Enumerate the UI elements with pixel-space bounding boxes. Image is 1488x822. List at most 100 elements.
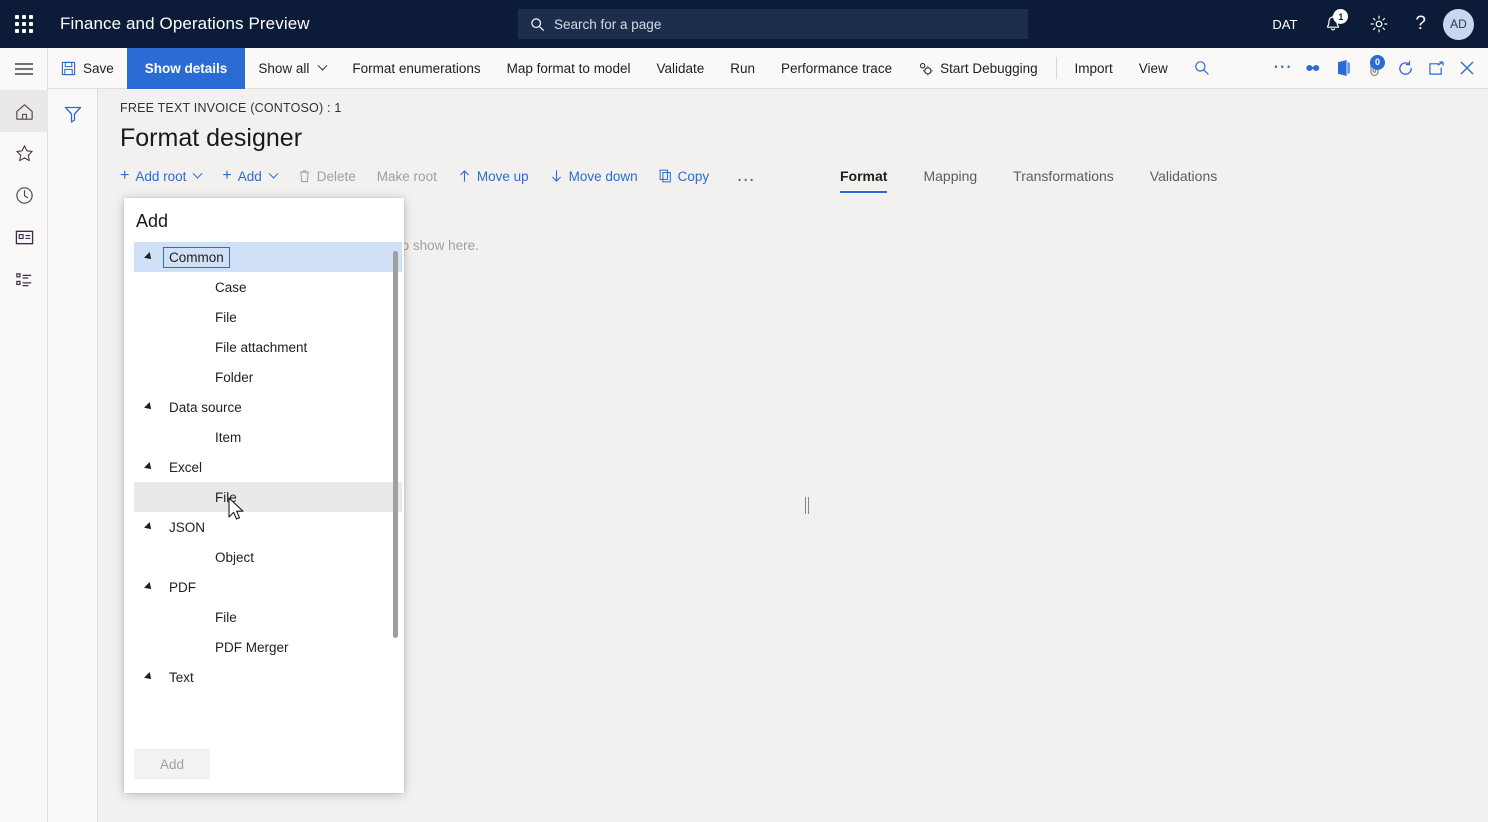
map-format-to-model-button[interactable]: Map format to model bbox=[494, 48, 644, 89]
help-button[interactable]: ? bbox=[1402, 0, 1439, 48]
expand-collapse-triangle-icon[interactable] bbox=[134, 673, 164, 681]
home-icon bbox=[14, 101, 35, 122]
close-button[interactable] bbox=[1451, 48, 1482, 89]
action-pane: + Add root + Add Delete Make root Move u… bbox=[120, 168, 761, 184]
attachments-button[interactable]: 0 bbox=[1359, 48, 1390, 89]
search-icon bbox=[1194, 60, 1210, 76]
sidebar-item-home[interactable] bbox=[0, 90, 48, 132]
office-app-button[interactable] bbox=[1329, 48, 1360, 89]
expand-collapse-triangle-icon[interactable] bbox=[134, 523, 164, 531]
show-all-button[interactable]: Show all bbox=[245, 48, 339, 89]
pane-splitter-handle[interactable] bbox=[805, 497, 810, 514]
tree-item[interactable]: File bbox=[134, 482, 402, 512]
format-enumerations-button[interactable]: Format enumerations bbox=[339, 48, 493, 89]
page-title: Format designer bbox=[120, 124, 302, 153]
show-details-button[interactable]: Show details bbox=[127, 48, 246, 89]
tree-item[interactable]: PDF bbox=[134, 572, 402, 602]
expand-collapse-triangle-icon[interactable] bbox=[134, 403, 164, 411]
tree-item[interactable]: File attachment bbox=[134, 332, 402, 362]
add-flyout-title: Add bbox=[124, 198, 404, 242]
tree-item[interactable]: Data source bbox=[134, 392, 402, 422]
save-button[interactable]: Save bbox=[48, 48, 127, 89]
tree-item[interactable]: JSON bbox=[134, 512, 402, 542]
company-indicator[interactable]: DAT bbox=[1259, 0, 1310, 48]
tree-item-label: File bbox=[210, 608, 242, 627]
open-in-new-window-button[interactable] bbox=[1421, 48, 1452, 89]
tree-item-label: PDF Merger bbox=[210, 638, 294, 657]
add-root-label: Add root bbox=[135, 169, 186, 184]
action-pane-overflow-icon[interactable]: … bbox=[730, 172, 761, 180]
hamburger-menu-button[interactable] bbox=[0, 48, 48, 90]
performance-trace-button[interactable]: Performance trace bbox=[768, 48, 905, 89]
tree-item[interactable]: File bbox=[134, 602, 402, 632]
tree-item[interactable]: Folder bbox=[134, 362, 402, 392]
arrow-up-icon bbox=[458, 169, 471, 183]
start-debugging-label: Start Debugging bbox=[940, 61, 1038, 76]
overflow-menu-button[interactable]: ⋯ bbox=[1267, 48, 1298, 89]
refresh-icon bbox=[1397, 60, 1414, 77]
tree-item-label: Object bbox=[210, 548, 259, 567]
flyout-add-button[interactable]: Add bbox=[134, 749, 210, 779]
triangle-icon bbox=[144, 402, 154, 412]
refresh-button[interactable] bbox=[1390, 48, 1421, 89]
view-button[interactable]: View bbox=[1126, 48, 1181, 89]
validate-button[interactable]: Validate bbox=[643, 48, 717, 89]
command-search-button[interactable] bbox=[1187, 48, 1218, 89]
tree-item-label: PDF bbox=[164, 578, 201, 597]
tree-item[interactable]: Item bbox=[134, 422, 402, 452]
avatar[interactable]: AD bbox=[1443, 9, 1474, 40]
tree-item[interactable]: Text bbox=[134, 662, 402, 692]
arrow-down-icon bbox=[550, 169, 563, 183]
tree-item[interactable]: DateTime bbox=[134, 692, 402, 702]
tab-format[interactable]: Format bbox=[822, 168, 905, 193]
global-search-input[interactable]: Search for a page bbox=[518, 9, 1028, 39]
workspace-icon bbox=[14, 228, 35, 247]
triangle-icon bbox=[144, 522, 154, 532]
move-down-button[interactable]: Move down bbox=[550, 169, 650, 184]
tree-item[interactable]: Common bbox=[134, 242, 402, 272]
tree-item[interactable]: PDF Merger bbox=[134, 632, 402, 662]
tree-scrollbar-thumb[interactable] bbox=[393, 251, 398, 637]
trash-icon bbox=[298, 169, 311, 183]
tab-transformations[interactable]: Transformations bbox=[995, 168, 1132, 193]
filter-funnel-icon[interactable] bbox=[62, 103, 84, 125]
debug-gear-icon bbox=[918, 61, 933, 76]
sidebar-item-recent[interactable] bbox=[0, 174, 48, 216]
run-button[interactable]: Run bbox=[717, 48, 768, 89]
add-button[interactable]: + Add bbox=[222, 168, 288, 184]
make-root-button: Make root bbox=[377, 169, 449, 184]
overflow-ellipsis-icon: ⋯ bbox=[1273, 63, 1293, 73]
import-button[interactable]: Import bbox=[1061, 48, 1125, 89]
element-type-tree[interactable]: CommonCaseFileFile attachmentFolderData … bbox=[134, 242, 402, 702]
plus-icon: + bbox=[120, 168, 129, 184]
sidebar-item-favorites[interactable] bbox=[0, 132, 48, 174]
delete-button: Delete bbox=[298, 169, 368, 184]
left-navigation-rail bbox=[0, 48, 48, 822]
tree-item[interactable]: Case bbox=[134, 272, 402, 302]
tree-item[interactable]: File bbox=[134, 302, 402, 332]
expand-collapse-triangle-icon[interactable] bbox=[134, 463, 164, 471]
tab-validations[interactable]: Validations bbox=[1132, 168, 1235, 193]
notification-badge: 1 bbox=[1333, 9, 1348, 24]
tab-mapping[interactable]: Mapping bbox=[905, 168, 995, 193]
expand-collapse-triangle-icon[interactable] bbox=[134, 583, 164, 591]
move-up-button[interactable]: Move up bbox=[458, 169, 541, 184]
sidebar-item-modules[interactable] bbox=[0, 258, 48, 300]
copy-button[interactable]: Copy bbox=[659, 169, 722, 184]
designer-tabs: Format Mapping Transformations Validatio… bbox=[822, 168, 1235, 193]
app-launcher-icon[interactable] bbox=[0, 0, 48, 48]
settings-button[interactable] bbox=[1356, 0, 1402, 48]
start-debugging-button[interactable]: Start Debugging bbox=[905, 48, 1051, 89]
open-in-new-window-icon bbox=[1428, 61, 1445, 76]
add-root-button[interactable]: + Add root bbox=[120, 168, 213, 184]
top-navigation-bar: Finance and Operations Preview Search fo… bbox=[0, 0, 1488, 48]
notifications-button[interactable]: 1 bbox=[1310, 0, 1356, 48]
search-icon bbox=[530, 17, 545, 32]
share-button[interactable] bbox=[1298, 48, 1329, 89]
tree-item[interactable]: Object bbox=[134, 542, 402, 572]
sidebar-item-workspaces[interactable] bbox=[0, 216, 48, 258]
save-disk-icon bbox=[61, 61, 76, 76]
add-flyout-panel: Add CommonCaseFileFile attachmentFolderD… bbox=[124, 198, 404, 793]
tree-item[interactable]: Excel bbox=[134, 452, 402, 482]
expand-collapse-triangle-icon[interactable] bbox=[134, 253, 164, 261]
